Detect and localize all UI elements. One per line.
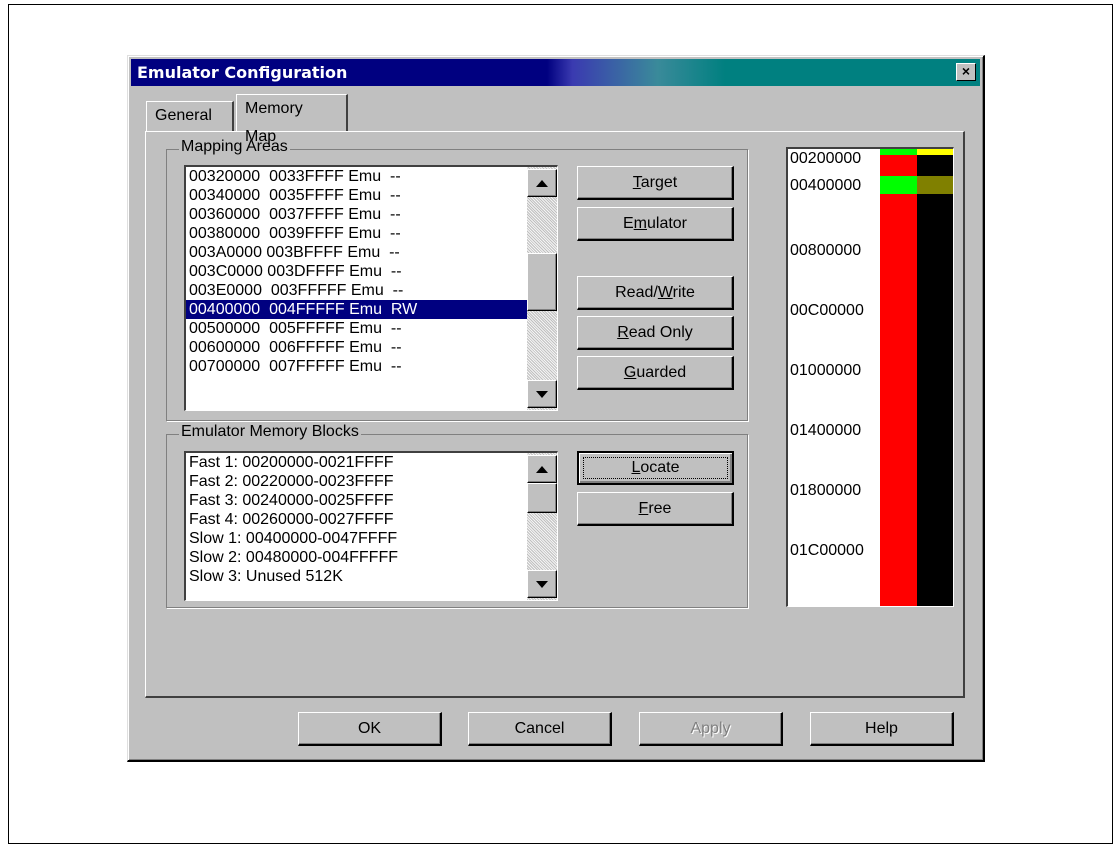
memory-blocks-listbox[interactable]: Fast 1: 00200000-0021FFFF Fast 2: 0022000… — [184, 451, 558, 601]
emulator-configuration-dialog: Emulator Configuration × General Memory … — [127, 55, 985, 762]
tab-memory-map[interactable]: Memory Map — [236, 94, 348, 145]
emulator-button[interactable]: Emulator — [577, 207, 734, 241]
mapping-area-item[interactable]: 003C0000 003DFFFF Emu -- — [186, 262, 527, 281]
address-label: 00C00000 — [790, 302, 864, 319]
scroll-thumb[interactable] — [527, 253, 557, 311]
memory-block-item[interactable]: Fast 3: 00240000-0025FFFF — [186, 491, 527, 510]
arrow-up-icon — [536, 466, 548, 473]
olive-region-marker — [917, 176, 953, 194]
guarded-button[interactable]: Guarded — [577, 356, 734, 390]
mapping-area-item[interactable]: 00340000 0035FFFF Emu -- — [186, 186, 527, 205]
yellow-top-marker — [917, 149, 953, 155]
rw-top-marker — [880, 149, 917, 155]
target-button[interactable]: Target — [577, 166, 734, 200]
mapping-area-item[interactable]: 00700000 007FFFFF Emu -- — [186, 357, 527, 376]
focus-rect — [583, 457, 728, 479]
address-label: 01400000 — [790, 422, 862, 439]
memory-map-visual: 00200000 00400000 00800000 00C00000 01000000… — [786, 147, 954, 607]
tab-general[interactable]: General — [146, 101, 234, 131]
mapping-area-item[interactable]: 00380000 0039FFFF Emu -- — [186, 224, 527, 243]
memory-block-item[interactable]: Slow 2: 00480000-004FFFFF — [186, 548, 527, 567]
memory-blocks-scrollbar[interactable] — [527, 453, 557, 600]
mapping-area-item[interactable]: 00320000 0033FFFF Emu -- — [186, 167, 527, 186]
mapping-area-item[interactable]: 00360000 0037FFFF Emu -- — [186, 205, 527, 224]
mapping-areas-items: 00320000 0033FFFF Emu -- 00340000 0035FFF… — [186, 167, 527, 410]
scroll-up-button[interactable] — [527, 169, 557, 197]
memory-blocks-items: Fast 1: 00200000-0021FFFF Fast 2: 0022000… — [186, 453, 527, 600]
arrow-down-icon — [536, 581, 548, 588]
ok-button[interactable]: OK — [298, 712, 442, 746]
cancel-button[interactable]: Cancel — [468, 712, 612, 746]
address-label: 01800000 — [790, 482, 862, 499]
memory-block-item[interactable]: Fast 1: 00200000-0021FFFF — [186, 453, 527, 472]
close-icon[interactable]: × — [956, 63, 976, 81]
memory-block-item[interactable]: Slow 3: Unused 512K — [186, 567, 527, 586]
mapping-areas-group: Mapping Areas 00320000 0033FFFF Emu -- 00… — [166, 138, 748, 421]
mapping-area-item[interactable]: 003E0000 003FFFFF Emu -- — [186, 281, 527, 300]
address-label: 01000000 — [790, 362, 862, 379]
scroll-down-button[interactable] — [527, 570, 557, 598]
address-label: 00400000 — [790, 177, 862, 194]
arrow-up-icon — [536, 180, 548, 187]
scroll-thumb[interactable] — [527, 483, 557, 513]
rw-region-marker — [880, 176, 917, 194]
memory-block-item[interactable]: Slow 1: 00400000-0047FFFF — [186, 529, 527, 548]
memory-block-item[interactable]: Fast 4: 00260000-0027FFFF — [186, 510, 527, 529]
window-title: Emulator Configuration — [137, 63, 348, 82]
mapping-area-item[interactable]: 003A0000 003BFFFF Emu -- — [186, 243, 527, 262]
free-button[interactable]: Free — [577, 492, 734, 526]
address-label: 00800000 — [790, 242, 862, 259]
arrow-down-icon — [536, 391, 548, 398]
mapping-area-item[interactable]: 00400000 004FFFFF Emu RW — [186, 300, 527, 319]
locate-button[interactable]: Locate — [577, 451, 734, 485]
read-write-button[interactable]: Read/Write — [577, 276, 734, 310]
read-only-button[interactable]: Read Only — [577, 316, 734, 350]
mapping-areas-listbox[interactable]: 00320000 0033FFFF Emu -- 00340000 0035FFF… — [184, 165, 558, 411]
mapping-area-item[interactable]: 00600000 006FFFFF Emu -- — [186, 338, 527, 357]
address-label: 01C00000 — [790, 542, 864, 559]
memory-map-panel: Mapping Areas 00320000 0033FFFF Emu -- 00… — [145, 131, 965, 698]
help-button[interactable]: Help — [810, 712, 954, 746]
mapping-area-item[interactable]: 00500000 005FFFFF Emu -- — [186, 319, 527, 338]
emulator-mapped-bar — [880, 149, 917, 606]
apply-button[interactable]: Apply — [639, 712, 783, 746]
mapping-areas-scrollbar[interactable] — [527, 167, 557, 410]
target-mapped-bar — [917, 149, 953, 606]
scroll-up-button[interactable] — [527, 455, 557, 483]
memory-blocks-group: Emulator Memory Blocks Fast 1: 00200000-… — [166, 423, 748, 608]
scroll-down-button[interactable] — [527, 380, 557, 408]
memory-blocks-label: Emulator Memory Blocks — [179, 423, 361, 441]
memory-block-item[interactable]: Fast 2: 00220000-0023FFFF — [186, 472, 527, 491]
title-bar[interactable]: Emulator Configuration × — [131, 59, 980, 86]
address-label: 00200000 — [790, 150, 862, 167]
